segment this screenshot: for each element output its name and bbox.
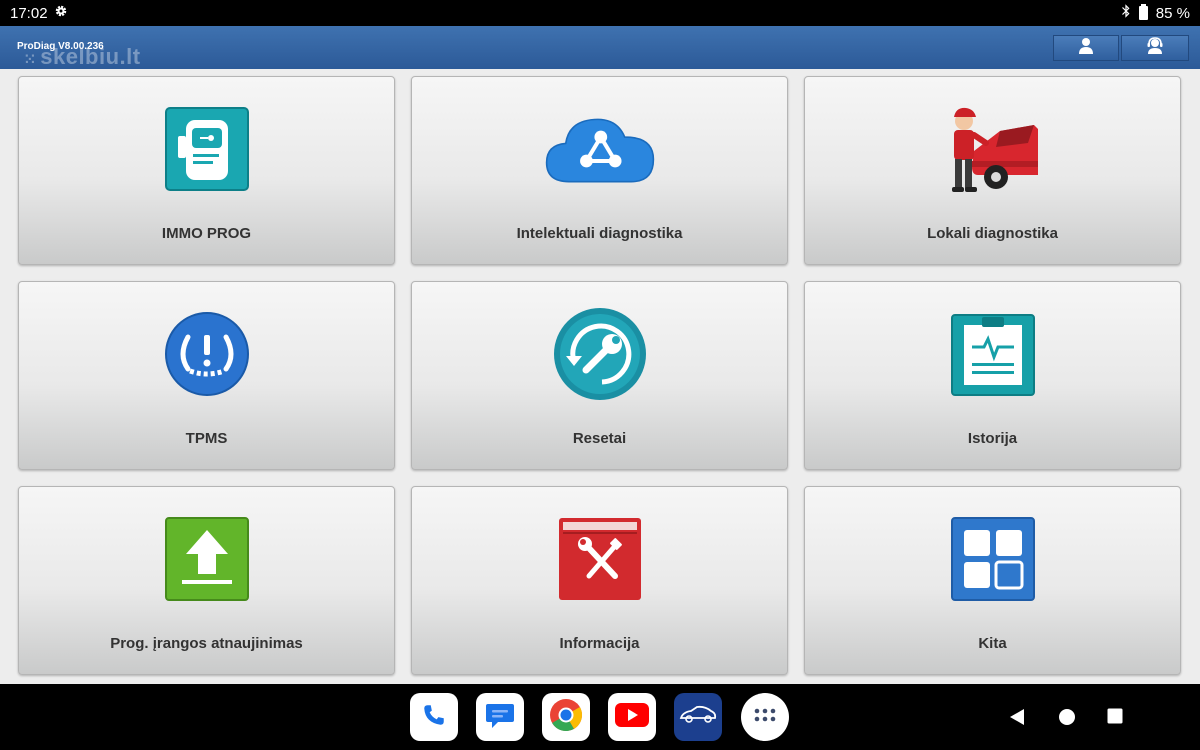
status-bar: 17:02 85 %	[0, 0, 1200, 26]
car-diagnostics-app[interactable]	[674, 693, 722, 741]
tile-local-diagnostics[interactable]: Lokali diagnostika	[804, 76, 1181, 265]
tile-intelligent-diagnostics[interactable]: Intelektuali diagnostika	[411, 76, 788, 265]
cloud-network-icon	[545, 99, 655, 199]
back-icon	[1009, 708, 1025, 731]
messages-icon	[484, 700, 516, 735]
bluetooth-icon	[1121, 4, 1131, 22]
support-button[interactable]	[1121, 35, 1189, 61]
user-button[interactable]	[1053, 35, 1119, 61]
function-grid: IMMO PROG Intelektuali diagnostika Lokal…	[0, 69, 1200, 684]
battery-icon	[1138, 4, 1148, 20]
key-programmer-icon	[152, 99, 262, 199]
tile-label: Istorija	[967, 430, 1018, 447]
tile-label: IMMO PROG	[161, 225, 252, 242]
navigation-bar	[0, 684, 1200, 750]
support-icon	[1145, 36, 1165, 60]
user-icon	[1077, 37, 1095, 60]
app-version: ProDiag V8.00.236	[17, 41, 104, 52]
youtube-app[interactable]	[608, 693, 656, 741]
tile-label: Lokali diagnostika	[927, 225, 1058, 242]
recents-icon	[1107, 708, 1123, 729]
upload-update-icon	[152, 509, 262, 609]
tile-information[interactable]: Informacija	[411, 486, 788, 675]
apps-grid-icon	[938, 509, 1048, 609]
tile-other[interactable]: Kita	[804, 486, 1181, 675]
history-clipboard-icon	[938, 304, 1048, 404]
battery-level: 85 %	[1155, 4, 1190, 22]
home-button[interactable]	[1058, 708, 1076, 731]
app-drawer-button[interactable]	[741, 693, 789, 741]
tile-label: Resetai	[572, 430, 627, 447]
tile-label: TPMS	[185, 430, 228, 447]
tile-label: Kita	[978, 635, 1007, 652]
gear-icon	[54, 4, 68, 22]
status-time: 17:02	[10, 4, 48, 22]
tile-immo-prog[interactable]: IMMO PROG	[18, 76, 395, 265]
info-book-icon	[545, 509, 655, 609]
tile-label: Prog. įrangos atnaujinimas	[110, 635, 303, 652]
chrome-app[interactable]	[542, 693, 590, 741]
car-app-icon	[679, 704, 717, 731]
phone-app[interactable]	[410, 693, 458, 741]
tile-tpms[interactable]: TPMS	[18, 281, 395, 470]
messages-app[interactable]	[476, 693, 524, 741]
back-button[interactable]	[1009, 708, 1025, 731]
youtube-icon	[615, 702, 649, 732]
reset-wrench-icon	[545, 304, 655, 404]
recents-button[interactable]	[1107, 708, 1123, 729]
tile-label: Informacija	[559, 635, 640, 652]
tire-pressure-icon	[152, 304, 262, 404]
tile-history[interactable]: Istorija	[804, 281, 1181, 470]
mechanic-car-icon	[938, 99, 1048, 199]
app-header: ⁙ skelbiu.lt ProDiag V8.00.236	[0, 26, 1200, 69]
home-icon	[1058, 708, 1076, 731]
phone-icon	[421, 702, 447, 733]
tile-software-update[interactable]: Prog. įrangos atnaujinimas	[18, 486, 395, 675]
tile-resets[interactable]: Resetai	[411, 281, 788, 470]
chrome-icon	[549, 698, 583, 737]
tile-label: Intelektuali diagnostika	[516, 225, 683, 242]
app-drawer-icon	[754, 708, 776, 727]
